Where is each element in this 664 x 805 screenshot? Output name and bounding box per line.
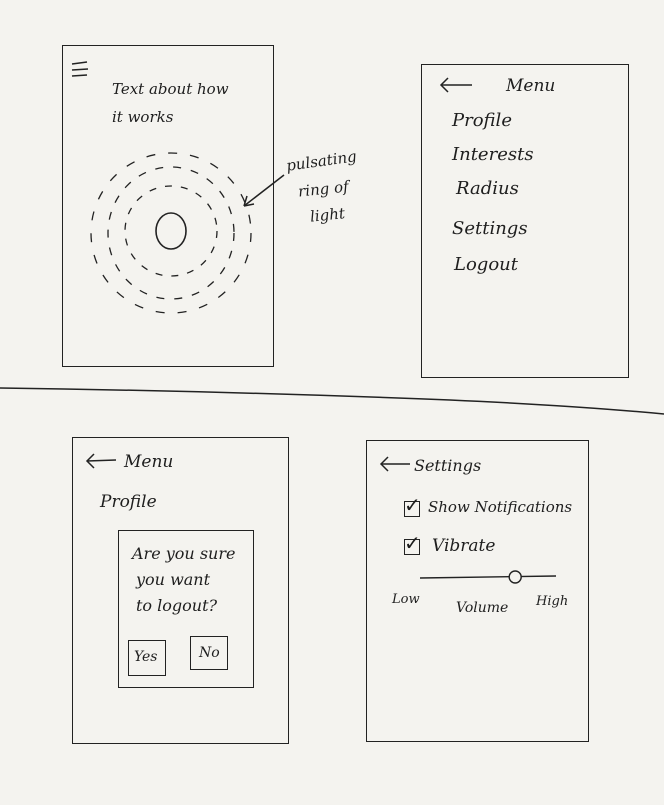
- yes-button[interactable]: Yes: [128, 640, 166, 676]
- sheet-divider: [0, 387, 664, 415]
- volume-slider[interactable]: [416, 566, 560, 590]
- volume-low-label: Low: [392, 592, 420, 607]
- ring-outer: [90, 152, 252, 314]
- yes-button-label: Yes: [134, 649, 158, 665]
- hamburger-menu-icon[interactable]: [70, 60, 92, 82]
- menu-item-profile[interactable]: Profile: [452, 110, 512, 131]
- no-button-label: No: [199, 645, 220, 661]
- menu-header-label: Menu: [506, 76, 556, 96]
- menu-item-settings[interactable]: Settings: [452, 218, 528, 239]
- screen-settings: [366, 440, 589, 742]
- annotation-line1: pulsating: [285, 147, 358, 175]
- menu-item-profile[interactable]: Profile: [100, 492, 157, 512]
- intro-text-line2: it works: [112, 108, 174, 126]
- show-notifications-checkbox[interactable]: ✓: [404, 495, 421, 517]
- menu-item-interests[interactable]: Interests: [452, 144, 534, 165]
- menu-item-logout[interactable]: Logout: [454, 254, 518, 275]
- ring-core: [155, 212, 187, 250]
- volume-high-label: High: [536, 594, 569, 609]
- ring-middle: [107, 166, 235, 300]
- volume-label: Volume: [456, 600, 509, 616]
- back-arrow-icon[interactable]: [84, 452, 118, 470]
- arrow-icon: [243, 174, 285, 207]
- annotation-line2: ring of: [297, 177, 350, 201]
- show-notifications-label: Show Notifications: [428, 498, 573, 516]
- annotation-line3: light: [309, 204, 346, 226]
- dialog-text-line3: to logout?: [136, 596, 218, 615]
- volume-slider-thumb: [508, 570, 522, 584]
- menu-header-label: Menu: [124, 452, 174, 472]
- pulsating-ring[interactable]: [80, 145, 252, 320]
- back-arrow-icon[interactable]: [378, 455, 412, 473]
- check-icon: ✓: [404, 493, 421, 517]
- back-arrow-icon[interactable]: [438, 76, 474, 94]
- menu-item-radius[interactable]: Radius: [456, 178, 519, 199]
- vibrate-label: Vibrate: [432, 536, 496, 556]
- check-icon: ✓: [404, 531, 421, 555]
- dialog-text-line2: you want: [136, 570, 211, 589]
- intro-text-line1: Text about how: [112, 80, 229, 98]
- volume-slider-track: [419, 575, 557, 579]
- vibrate-checkbox[interactable]: ✓: [404, 533, 421, 555]
- settings-header-label: Settings: [414, 456, 482, 475]
- dialog-text-line1: Are you sure: [132, 544, 236, 563]
- ring-inner: [124, 185, 218, 277]
- no-button[interactable]: No: [190, 636, 228, 670]
